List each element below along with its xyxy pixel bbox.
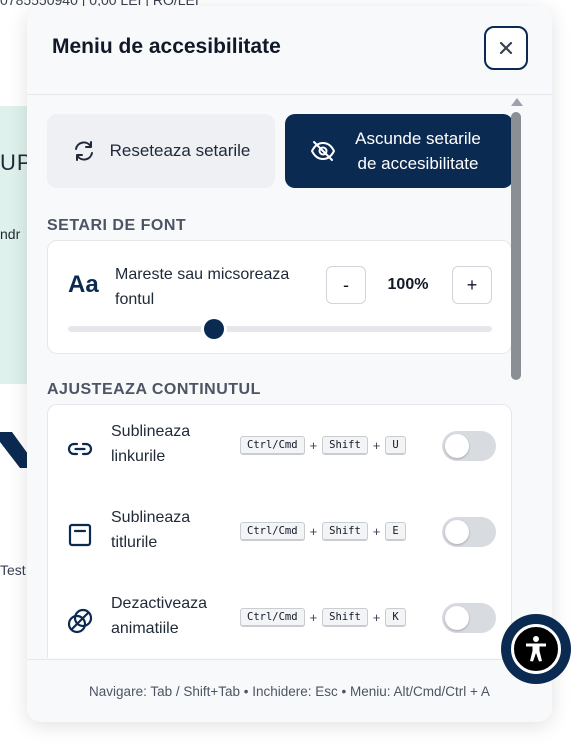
accessibility-panel: Meniu de accesibilitate Reseteaza setari…: [27, 6, 552, 722]
accessibility-toggle-button[interactable]: [501, 614, 571, 684]
kbd-key: Shift: [322, 522, 368, 541]
panel-scroll-area[interactable]: Reseteaza setarile Ascunde setarile de a…: [27, 95, 552, 658]
toggle-knob: [445, 520, 469, 544]
row-label: Sublineaza titlurile: [111, 509, 191, 551]
font-size-value: 100%: [387, 276, 429, 293]
panel-title: Meniu de accesibilitate: [52, 35, 281, 58]
heading-icon: [68, 523, 92, 547]
font-section-title: SETARI DE FONT: [47, 217, 187, 234]
eye-off-icon: [311, 141, 335, 161]
background-side-text: ndr: [0, 226, 21, 242]
reset-settings-button[interactable]: Reseteaza setarile: [47, 114, 275, 188]
link-icon: [67, 442, 93, 456]
content-section-title: AJUSTEAZA CONTINUTUL: [47, 381, 261, 398]
keyboard-help-text: Navigare: Tab / Shift+Tab • Inchidere: E…: [89, 684, 490, 699]
accessibility-icon: [526, 636, 546, 662]
underline-headings-toggle[interactable]: [442, 517, 496, 547]
list-item-underline-links[interactable]: Sublineaza linkurile Ctrl/Cmd + Shift + …: [48, 405, 513, 491]
font-settings-card: Aa Mareste sau micsoreaza fontul - 100% …: [47, 240, 512, 354]
toggle-knob: [445, 434, 469, 458]
list-item-disable-animations[interactable]: Dezactiveaza animatiile Ctrl/Cmd + Shift…: [48, 577, 513, 658]
toggle-knob: [445, 606, 469, 630]
font-size-icon: Aa: [68, 271, 99, 298]
kbd-key: K: [385, 608, 406, 627]
font-size-slider-thumb[interactable]: [203, 319, 224, 339]
accessibility-icon-wrapper: [511, 624, 561, 674]
panel-footer: Navigare: Tab / Shift+Tab • Inchidere: E…: [27, 659, 552, 722]
close-icon: [499, 41, 513, 55]
hide-settings-label: Ascunde setarile de accesibilitate: [355, 129, 481, 173]
kbd-key: Ctrl/Cmd: [240, 436, 305, 455]
keyboard-shortcut: Ctrl/Cmd + Shift + E: [240, 522, 406, 541]
background-bottom-text: Test: [0, 562, 26, 578]
background-logo-shape: [0, 432, 28, 468]
kbd-key: Ctrl/Cmd: [240, 522, 305, 541]
kbd-key: Shift: [322, 436, 368, 455]
content-settings-card: Sublineaza linkurile Ctrl/Cmd + Shift + …: [47, 404, 512, 658]
panel-scrollbar[interactable]: [509, 98, 523, 654]
underline-links-toggle[interactable]: [442, 431, 496, 461]
kbd-key: Shift: [322, 608, 368, 627]
keyboard-shortcut: Ctrl/Cmd + Shift + K: [240, 608, 406, 627]
font-size-slider[interactable]: [68, 319, 492, 339]
font-size-label: Mareste sau micsoreaza fontul: [115, 266, 290, 308]
scroll-up-arrow-icon[interactable]: [511, 98, 523, 106]
keyboard-shortcut: Ctrl/Cmd + Shift + U: [240, 436, 406, 455]
close-button[interactable]: [484, 26, 528, 70]
refresh-icon: [74, 141, 93, 161]
font-increase-button[interactable]: +: [452, 266, 492, 304]
scrollbar-thumb[interactable]: [511, 112, 521, 380]
row-label: Sublineaza linkurile: [111, 423, 191, 465]
animation-off-icon: [67, 608, 93, 634]
list-item-underline-headings[interactable]: Sublineaza titlurile Ctrl/Cmd + Shift + …: [48, 491, 513, 577]
kbd-key: U: [385, 436, 406, 455]
disable-animations-toggle[interactable]: [442, 603, 496, 633]
row-label: Dezactiveaza animatiile: [111, 595, 208, 637]
reset-settings-label: Reseteaza setarile: [109, 141, 251, 160]
panel-header: Meniu de accesibilitate: [27, 6, 552, 95]
font-decrease-button[interactable]: -: [326, 266, 366, 304]
kbd-key: E: [385, 522, 406, 541]
hide-settings-button[interactable]: Ascunde setarile de accesibilitate: [285, 114, 513, 188]
kbd-key: Ctrl/Cmd: [240, 608, 305, 627]
